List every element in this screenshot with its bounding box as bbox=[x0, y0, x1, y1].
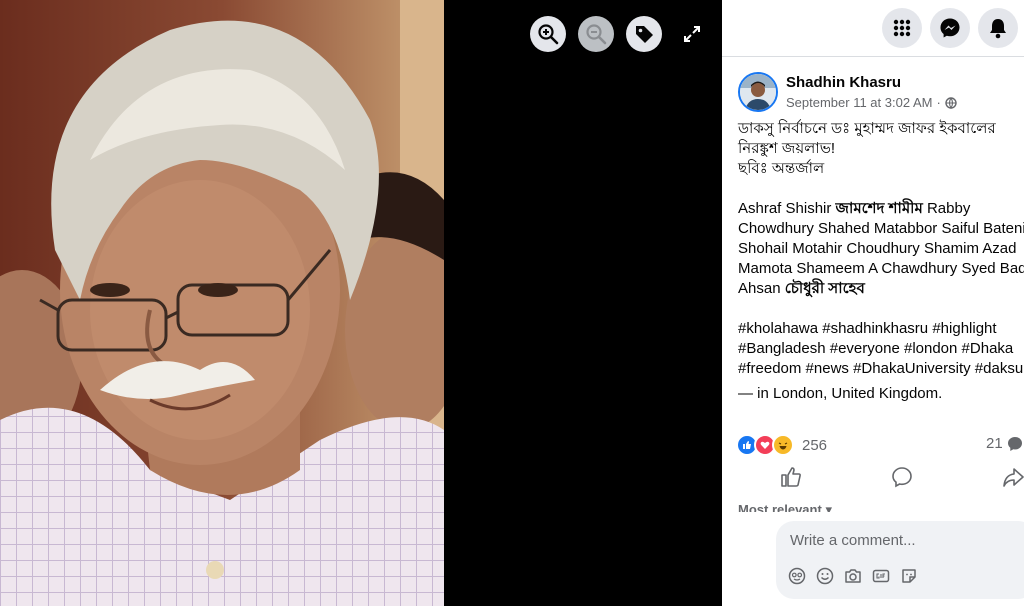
zoom-out-icon bbox=[586, 24, 607, 45]
checkin-line: — in London, United Kingdom. bbox=[738, 384, 1024, 404]
timestamp-text[interactable]: September 11 at 3:02 AM bbox=[786, 95, 932, 110]
tagged-person[interactable]: Chowdhury Shahed Matabbor bbox=[738, 220, 937, 237]
portrait-image bbox=[0, 0, 444, 606]
comments-count-link[interactable]: 21 bbox=[986, 435, 1023, 452]
bell-icon bbox=[990, 19, 1006, 39]
tagged-person[interactable]: Ahsan bbox=[738, 280, 781, 297]
expand-icon[interactable] bbox=[682, 24, 702, 44]
tagged-person[interactable]: Saiful Bateni bbox=[941, 220, 1024, 237]
checkin-suffix: . bbox=[938, 385, 943, 402]
tagged-people-line: Chowdhury Shahed Matabbor Saiful Bateni bbox=[738, 219, 1024, 239]
like-icon[interactable] bbox=[780, 466, 802, 488]
tagged-people-line: Mamota Shameem A Chawdhury Syed Bad bbox=[738, 259, 1024, 279]
hashtag-link[interactable]: #shadhinkhasru bbox=[822, 320, 928, 337]
hashtag-link[interactable]: #news bbox=[806, 360, 849, 377]
hashtags-line: #freedom #news #DhakaUniversity #daksu bbox=[738, 359, 1024, 379]
tagged-person[interactable]: Syed Bad bbox=[961, 260, 1024, 277]
post-photo[interactable] bbox=[0, 0, 444, 606]
post-timestamp: September 11 at 3:02 AM · bbox=[786, 95, 957, 110]
tagged-person[interactable]: Rabby bbox=[927, 200, 970, 217]
emoji-icon[interactable] bbox=[816, 567, 834, 585]
tagged-people-line: Ashraf Shishir জামশেদ শামীম Rabby bbox=[738, 199, 1024, 219]
checkin-prefix: — in bbox=[738, 385, 769, 402]
menu-grid-icon bbox=[893, 19, 911, 37]
reactions-summary[interactable]: 256 bbox=[736, 434, 827, 456]
tag-photo-button[interactable] bbox=[626, 16, 662, 52]
gif-icon[interactable] bbox=[872, 567, 890, 585]
messenger-button[interactable] bbox=[930, 8, 970, 48]
chevron-down-icon: ▾ bbox=[825, 502, 832, 512]
share-icon[interactable] bbox=[1002, 466, 1024, 488]
comments-sort-dropdown[interactable]: Most relevant ▾ bbox=[738, 502, 832, 512]
camera-icon[interactable] bbox=[844, 567, 862, 585]
viewer-toolbar bbox=[530, 16, 662, 52]
zoom-in-button[interactable] bbox=[530, 16, 566, 52]
hashtag-link[interactable]: #everyone bbox=[830, 340, 900, 357]
tagged-person[interactable]: Mamota Shameem bbox=[738, 260, 865, 277]
tag-icon bbox=[636, 26, 653, 43]
hashtag-link[interactable]: #DhakaUniversity bbox=[853, 360, 971, 377]
hashtag-link[interactable]: #freedom bbox=[738, 360, 801, 377]
comment-bubble-icon bbox=[1007, 436, 1022, 451]
haha-reaction-icon bbox=[772, 434, 794, 456]
tagged-people-line: Ahsan চৌধুরী সাহেব bbox=[738, 279, 1024, 299]
comment-composer bbox=[776, 521, 1024, 599]
globe-icon[interactable] bbox=[945, 96, 957, 109]
tagged-person[interactable]: জামশেদ শামীম bbox=[836, 200, 923, 217]
photo-viewer bbox=[0, 0, 722, 606]
tagged-person[interactable]: Shohail Motahir Choudhury bbox=[738, 240, 920, 257]
timestamp-separator: · bbox=[936, 95, 941, 110]
notifications-button[interactable] bbox=[978, 8, 1018, 48]
hashtags-line: #kholahawa #shadhinkhasru #highlight bbox=[738, 319, 1024, 339]
hashtag-link[interactable]: #Bangladesh bbox=[738, 340, 826, 357]
composer-tools bbox=[788, 567, 918, 585]
messenger-icon bbox=[940, 18, 960, 38]
post-text-line: ছবিঃ অন্তর্জাল bbox=[738, 160, 825, 177]
hashtags-line: #Bangladesh #everyone #london #Dhaka bbox=[738, 339, 1024, 359]
post-text-line: ডাকসু নির্বাচনে ডঃ মুহাম্মদ জাফর ইকবালের bbox=[738, 120, 996, 137]
hashtag-link[interactable]: #london bbox=[904, 340, 957, 357]
post-panel: Shadhin Khasru September 11 at 3:02 AM ·… bbox=[722, 0, 1024, 606]
post-actions bbox=[722, 458, 1024, 496]
sort-label: Most relevant bbox=[738, 502, 822, 512]
top-bar bbox=[722, 0, 1024, 57]
avatar-image bbox=[740, 74, 776, 110]
sticker-icon[interactable] bbox=[900, 567, 918, 585]
hashtag-link[interactable]: #highlight bbox=[932, 320, 996, 337]
comment-input[interactable] bbox=[788, 531, 1012, 550]
avatar-sticker-icon[interactable] bbox=[788, 567, 806, 585]
post-body: ডাকসু নির্বাচনে ডঃ মুহাম্মদ জাফর ইকবালের… bbox=[738, 119, 1024, 404]
tagged-person[interactable]: A Chawdhury bbox=[868, 260, 957, 277]
comments-count: 21 bbox=[986, 435, 1003, 452]
reactions-count: 256 bbox=[802, 436, 828, 454]
hashtag-link[interactable]: #kholahawa bbox=[738, 320, 818, 337]
post-header bbox=[738, 72, 778, 112]
author-name[interactable]: Shadhin Khasru bbox=[786, 74, 901, 91]
tagged-person[interactable]: চৌধুরী সাহেব bbox=[785, 280, 865, 297]
hashtag-link[interactable]: #Dhaka bbox=[962, 340, 1014, 357]
post-text-line: নিরঙ্কুশ জয়লাভ! bbox=[738, 140, 836, 157]
tagged-people-line: Shohail Motahir Choudhury Shamim Azad bbox=[738, 239, 1024, 259]
checkin-location-link[interactable]: London, United Kingdom bbox=[773, 385, 938, 402]
comment-icon[interactable] bbox=[891, 466, 913, 488]
hashtag-link[interactable]: #daksu bbox=[975, 360, 1023, 377]
zoom-in-icon bbox=[538, 24, 559, 45]
tagged-person[interactable]: Shamim Azad bbox=[924, 240, 1017, 257]
zoom-out-button[interactable] bbox=[578, 16, 614, 52]
menu-button[interactable] bbox=[882, 8, 922, 48]
tagged-person[interactable]: Ashraf Shishir bbox=[738, 200, 831, 217]
author-avatar[interactable] bbox=[738, 72, 778, 112]
